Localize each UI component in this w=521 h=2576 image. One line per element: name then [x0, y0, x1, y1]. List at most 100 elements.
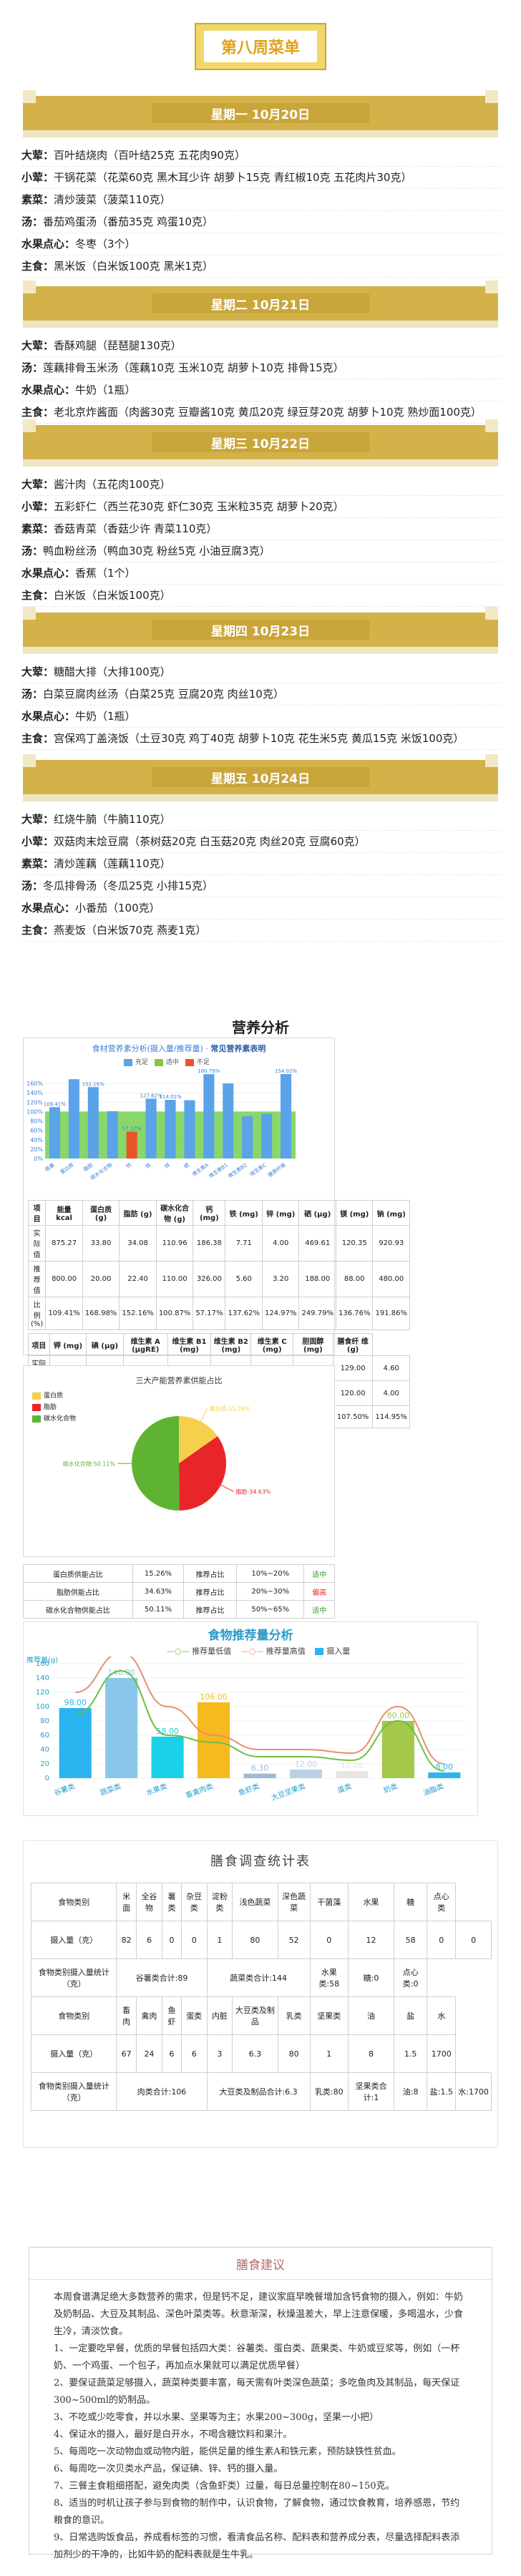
- nutrition-heading: 营养分析: [232, 1019, 289, 1036]
- table-cell: 6.3: [232, 2034, 278, 2073]
- legend-low-line-icon: —○—: [167, 1646, 190, 1656]
- bar-data-label: 106.00: [200, 1692, 228, 1702]
- menu-item: 主食：燕麦饭（白米饭70克 燕麦1克）: [21, 919, 501, 941]
- menu-item: 小荤：五彩虾仁（西兰花30克 虾仁30克 玉米粒35克 胡萝卜20克）: [21, 496, 501, 517]
- menu-item-value: 酱汁肉（五花肉100克）: [54, 478, 171, 491]
- x-tick-label: 维生素B1: [208, 1161, 229, 1179]
- day-header-bar: 星期二 10月21日: [23, 280, 498, 328]
- table-row: 食物类别摄入量统计（克） 肉类合计:106 大豆类及制品合计:6.3 乳类:80 坚果类…: [30, 2072, 492, 2111]
- bar-data-label: 57.17%: [122, 1126, 142, 1132]
- menu-item: 水果点心：牛奶（1瓶）: [21, 706, 501, 727]
- table-cell: 干菌藻: [309, 1883, 349, 1921]
- table-cell: 推荐占比: [183, 1564, 238, 1583]
- table-cell: 浅色蔬菜: [232, 1883, 278, 1921]
- nutrient-bar: [49, 1107, 60, 1158]
- menu-item-label: 水果点心：: [21, 902, 76, 914]
- intake-bar: [198, 1702, 230, 1778]
- intake-bar: [151, 1737, 184, 1778]
- y-tick-label: 20: [40, 1760, 49, 1768]
- menu-item-label: 主食：: [21, 924, 54, 937]
- menu-item-label: 汤：: [21, 879, 44, 892]
- menu-item: 汤：冬瓜排骨汤（冬瓜25克 小排15克）: [21, 875, 501, 897]
- menu-item-value: 糖醋大排（大排100克）: [54, 665, 171, 678]
- x-tick-label: 蛋类: [336, 1782, 353, 1795]
- legend-high-line: 推荐量高值: [266, 1646, 306, 1656]
- table-cell: 480.00: [372, 1261, 410, 1297]
- food-legend: —○— 推荐量低值 —○— 推荐量高值 摄入量: [167, 1645, 350, 1657]
- x-tick-label: 膳食纤维: [267, 1161, 287, 1178]
- nutrient-bar: [281, 1074, 292, 1158]
- table-cell: 57.17%: [193, 1297, 226, 1330]
- x-tick-label: 鱼虾类: [237, 1782, 260, 1797]
- day-header-bar: 星期三 10月22日: [23, 419, 498, 467]
- menu-item: 主食：白米饭（白米饭100克）: [21, 585, 501, 606]
- table-cell: 50%~65%: [236, 1600, 305, 1619]
- menu-item-value: 白米饭（白米饭100克）: [54, 589, 171, 602]
- pie-title: 三大产能营养素供能占比: [135, 1376, 223, 1385]
- nutrient-bar: [126, 1131, 137, 1158]
- day-header-bar: 星期一 10月20日: [23, 90, 498, 137]
- table-cell: 1: [206, 1921, 233, 1959]
- table-header-row: 项目钾 (mg) 碘 (μg) 维生素 A (μgRE) 维生素 B1 (mg) 维生素…: [28, 1333, 410, 1356]
- menu-item-value: 白菜豆腐肉丝汤（白菜25克 豆腐20克 肉丝10克）: [43, 688, 284, 701]
- x-tick-label: 蔬菜类: [99, 1782, 122, 1797]
- legend-mid: 适中: [165, 1059, 179, 1066]
- day-header-bar: 星期五 10月24日: [23, 754, 498, 801]
- energy-table: 蛋白质供能占比 15.26% 推荐占比 10%~20% 适中 脂肪供能占比 34.63% 推荐…: [23, 1564, 335, 1619]
- table-cell: 蔬菜类合计:144: [206, 1958, 311, 1997]
- menu-item-label: 汤：: [21, 545, 44, 557]
- bar-data-label: 80.00: [387, 1711, 410, 1720]
- table-cell: 坚果类合计:1: [347, 2072, 394, 2111]
- table-cell: 0: [427, 1921, 457, 1959]
- table-cell: 4.00: [372, 1380, 410, 1406]
- nutrient-bar: [145, 1098, 157, 1158]
- table-cell: 107.50%: [332, 1405, 374, 1428]
- y-tick-label: 20%: [30, 1146, 43, 1153]
- menu-item-value: 燕麦饭（白米饭70克 燕麦1克）: [54, 924, 207, 937]
- advice-line: 本周食谱满足绝大多数营养的需求，但是钙不足，建议家庭早晚餐增加含钙食物的摄入，例…: [54, 2292, 464, 2337]
- bar-data-label: 109.41%: [44, 1101, 66, 1107]
- divider: [21, 606, 501, 607]
- menu-item: 大荤：香酥鸡腿（琵琶腿130克）: [21, 335, 501, 356]
- menu-item-value: 百叶结烧肉（百叶结25克 五花肉90克）: [54, 149, 245, 162]
- table-cell: 适中: [303, 1600, 335, 1619]
- bar-data-label: 6.30: [251, 1764, 269, 1773]
- table-cell: 盐: [393, 1996, 428, 2035]
- menu-item-value: 番茄鸡蛋汤（番茄35克 鸡蛋10克）: [43, 215, 213, 228]
- table-cell: 乳类:80: [309, 2072, 349, 2111]
- table-cell: 100.87%: [155, 1297, 194, 1330]
- table-cell: 偏高: [303, 1582, 335, 1601]
- table-cell: 薯类: [162, 1883, 182, 1921]
- menu-item-label: 小荤：: [21, 500, 54, 513]
- table-cell: 0: [162, 1921, 182, 1959]
- table-header-cell: 维生素 B2 (mg): [210, 1333, 252, 1356]
- header-corner: [485, 90, 498, 103]
- table-cell: 推荐值: [27, 1261, 47, 1297]
- advice-line: 4、保证水的摄入，最好是白开水，不喝含糖饮料和果汁。: [54, 2429, 293, 2440]
- advice-line: 7、三餐主食粗细搭配，避免肉类（含鱼虾类）过量，每日总量控制在80~150克。: [54, 2481, 395, 2492]
- food-recommend-chart: 推荐量(g)02040608010012014016098.00谷薯类140.0…: [26, 1657, 467, 1802]
- menu-item-value: 小番茄（100克）: [75, 902, 160, 914]
- nutrient-bar: [107, 1111, 118, 1158]
- menu-item-label: 主食：: [21, 260, 54, 273]
- menu-item: 素菜：香菇青菜（香菇少许 青菜110克）: [21, 518, 501, 540]
- x-tick-label: 油脂类: [422, 1782, 445, 1797]
- nutrient-legend: 充足 适中 不足: [124, 1057, 210, 1066]
- nutrient-chart-subtitle: 常见营养素表明: [210, 1044, 266, 1053]
- x-tick-label: 铁: [144, 1161, 152, 1169]
- table-cell: 油:8: [393, 2072, 428, 2111]
- menu-item-label: 汤：: [21, 361, 44, 374]
- nutrient-chart-title-text: 食材营养素分析(摄入量/推荐量): [92, 1044, 203, 1053]
- menu-item-value: 双菇肉末烩豆腐（茶树菇20克 白玉菇20克 肉丝20克 豆腐60克）: [54, 835, 366, 848]
- table-row: 比例(%) 109.41% 168.98% 152.16% 100.87% 57.17% 1…: [27, 1297, 410, 1330]
- table-cell: 内脏: [206, 1996, 233, 2035]
- y-tick-label: 0: [45, 1775, 49, 1782]
- menu-item-value: 老北京炸酱面（肉酱30克 豆瓣酱10克 黄瓜20克 绿豆芽20克 胡萝卜10克 …: [54, 406, 482, 419]
- table-cell: 点心类: [427, 1883, 457, 1921]
- y-tick-label: 80%: [30, 1118, 43, 1125]
- table-cell: 脂肪供能占比: [23, 1582, 133, 1601]
- menu-item: 大荤：酱汁肉（五花肉100克）: [21, 474, 501, 495]
- menu-item: 汤：番茄鸡蛋汤（番茄35克 鸡蛋10克）: [21, 211, 501, 233]
- header-corner: [23, 90, 36, 103]
- table-cell: 点心类:0: [393, 1958, 428, 1997]
